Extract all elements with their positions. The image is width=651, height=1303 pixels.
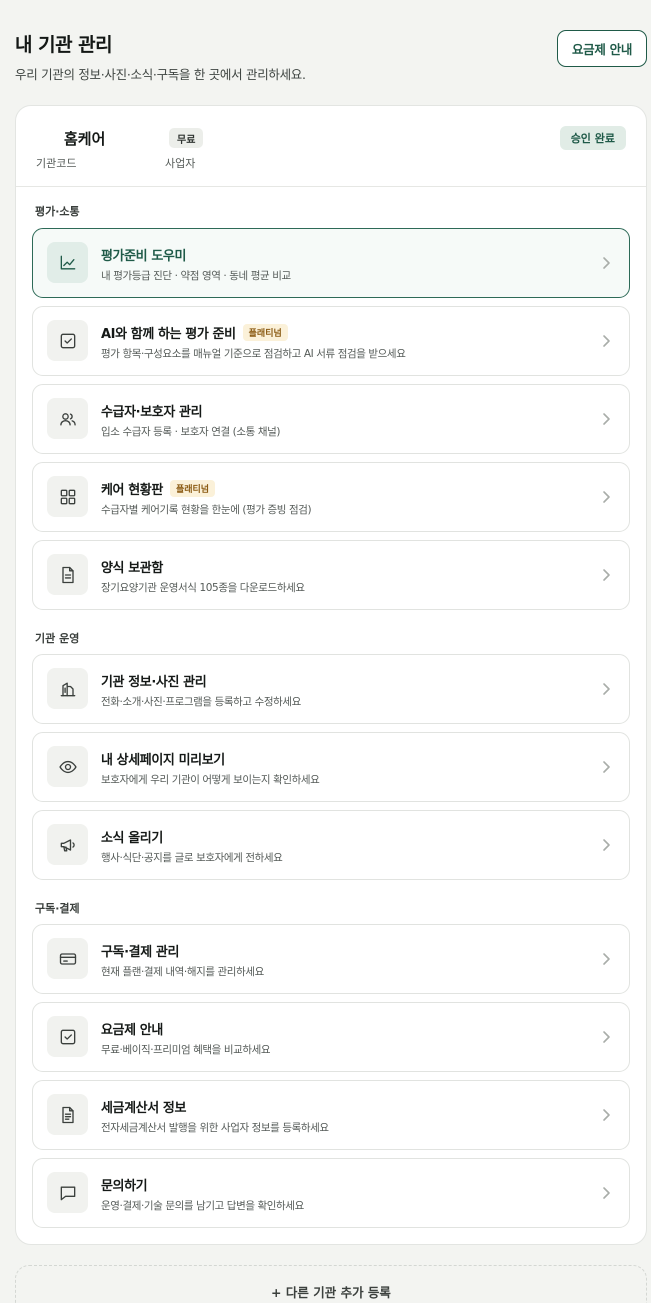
page-header: 내 기관 관리 우리 기관의 정보·사진·소식·구독을 한 곳에서 관리하세요.…: [15, 30, 647, 90]
chevron-right-icon: [599, 951, 613, 967]
menu-item-description: 전자세금계산서 발행을 위한 사업자 정보를 등록하세요: [101, 1122, 329, 1134]
document-icon: [47, 554, 88, 595]
check-square-icon: [47, 1016, 88, 1057]
dashboard-grid-icon: [47, 476, 88, 517]
page-title: 내 기관 관리: [15, 34, 113, 56]
chevron-right-icon: [599, 681, 613, 697]
menu-item-description: 장기요양기관 운영서식 105종을 다운로드하세요: [101, 582, 305, 594]
add-org-button[interactable]: + 다른 기관 추가 등록: [15, 1265, 647, 1303]
menu-item-title: AI와 함께 하는 평가 준비: [101, 327, 236, 342]
credit-card-icon: [47, 938, 88, 979]
menu-item-title-row: 기관 정보·사진 관리: [101, 671, 207, 690]
menu-item-title: 문의하기: [101, 1179, 148, 1194]
org-code-label: 기관코드: [36, 157, 77, 170]
chevron-right-icon: [599, 489, 613, 505]
section-title: 평가·소통: [35, 205, 80, 218]
menu-item[interactable]: 문의하기운영·결제·기술 문의를 남기고 답변을 확인하세요: [32, 1158, 630, 1228]
org-name: 홈케어: [64, 130, 106, 148]
eye-icon: [47, 746, 88, 787]
chevron-right-icon: [599, 837, 613, 853]
menu-item-title-row: 수급자·보호자 관리: [101, 401, 203, 420]
menu-item-title-row: AI와 함께 하는 평가 준비 플래티넘: [101, 323, 288, 342]
menu-item-description: 운영·결제·기술 문의를 남기고 답변을 확인하세요: [101, 1200, 304, 1212]
plan-badge: 무료: [169, 128, 204, 148]
menu-item-title: 내 상세페이지 미리보기: [101, 753, 225, 768]
menu-item-title: 기관 정보·사진 관리: [101, 675, 207, 690]
menu-item-description: 수급자별 케어기록 현황을 한눈에 (평가 증빙 점검): [101, 504, 312, 516]
menu-item[interactable]: 소식 올리기행사·식단·공지를 글로 보호자에게 전하세요: [32, 810, 630, 880]
menu-item-title: 수급자·보호자 관리: [101, 405, 203, 420]
menu-item-title: 요금제 안내: [101, 1023, 163, 1038]
megaphone-icon: [47, 824, 88, 865]
approval-status-badge: 승인 완료: [559, 126, 626, 150]
menu-item-title: 세금계산서 정보: [101, 1101, 187, 1116]
menu-item-description: 행사·식단·공지를 글로 보호자에게 전하세요: [101, 852, 283, 864]
menu-item-description: 무료·베이직·프리미엄 혜택을 비교하세요: [101, 1044, 271, 1056]
menu-item[interactable]: 기관 정보·사진 관리전화·소개·사진·프로그램을 등록하고 수정하세요: [32, 654, 630, 724]
menu-item-title: 평가준비 도우미: [101, 249, 187, 264]
menu-item-description: 전화·소개·사진·프로그램을 등록하고 수정하세요: [101, 696, 301, 708]
building-icon: [47, 668, 88, 709]
chat-bubble-icon: [47, 1172, 88, 1213]
menu-item-title: 구독·결제 관리: [101, 945, 180, 960]
chart-line-icon: [47, 242, 88, 283]
section-title: 기관 운영: [35, 632, 80, 645]
chevron-right-icon: [599, 333, 613, 349]
chevron-right-icon: [599, 1107, 613, 1123]
menu-item[interactable]: 구독·결제 관리현재 플랜·결제 내역·해지를 관리하세요: [32, 924, 630, 994]
menu-item-title-row: 내 상세페이지 미리보기: [101, 749, 225, 768]
org-summary: 홈케어 기관코드 무료 사업자 승인 완료: [16, 106, 646, 187]
menu-item-description: 현재 플랜·결제 내역·해지를 관리하세요: [101, 966, 264, 978]
org-management-card: 홈케어 기관코드 무료 사업자 승인 완료 평가·소통평가준비 도우미내 평가등…: [15, 105, 647, 1245]
plan-guide-button[interactable]: 요금제 안내: [557, 30, 647, 67]
menu-item-title-row: 케어 현황판 플래티넘: [101, 479, 216, 498]
menu-item-title-row: 구독·결제 관리: [101, 941, 179, 960]
menu-item-title-row: 소식 올리기: [101, 827, 163, 846]
menu-item[interactable]: 케어 현황판 플래티넘수급자별 케어기록 현황을 한눈에 (평가 증빙 점검): [32, 462, 630, 532]
page-subtitle: 우리 기관의 정보·사진·소식·구독을 한 곳에서 관리하세요.: [15, 67, 306, 82]
menu-item-description: 내 평가등급 진단 · 약점 영역 · 동네 평균 비교: [101, 270, 291, 282]
menu-item-description: 보호자에게 우리 기관이 어떻게 보이는지 확인하세요: [101, 774, 320, 786]
chevron-right-icon: [599, 1029, 613, 1045]
menu-item-description: 입소 수급자 등록 · 보호자 연결 (소통 채널): [101, 426, 281, 438]
menu-item-title: 양식 보관함: [101, 561, 163, 576]
users-icon: [47, 398, 88, 439]
invoice-icon: [47, 1094, 88, 1135]
menu-item-title-row: 요금제 안내: [101, 1019, 163, 1038]
menu-item[interactable]: 양식 보관함장기요양기관 운영서식 105종을 다운로드하세요: [32, 540, 630, 610]
platinum-badge: 플래티넘: [169, 480, 216, 497]
menu-item-description: 평가 항목·구성요소를 매뉴얼 기준으로 점검하고 AI 서류 점검을 받으세요: [101, 348, 406, 360]
menu-item-title-row: 평가준비 도우미: [101, 245, 186, 264]
chevron-right-icon: [599, 411, 613, 427]
menu-item-title-row: 양식 보관함: [101, 557, 163, 576]
menu-item-title-row: 문의하기: [101, 1175, 148, 1194]
section-title: 구독·결제: [35, 902, 80, 915]
chevron-right-icon: [599, 567, 613, 583]
chevron-right-icon: [599, 1185, 613, 1201]
menu-item[interactable]: 수급자·보호자 관리입소 수급자 등록 · 보호자 연결 (소통 채널): [32, 384, 630, 454]
menu-item[interactable]: AI와 함께 하는 평가 준비 플래티넘평가 항목·구성요소를 매뉴얼 기준으로 …: [32, 306, 630, 376]
chevron-right-icon: [599, 255, 613, 271]
platinum-badge: 플래티넘: [242, 324, 288, 341]
chevron-right-icon: [599, 759, 613, 775]
menu-item-title: 소식 올리기: [101, 831, 163, 846]
menu-item[interactable]: 세금계산서 정보전자세금계산서 발행을 위한 사업자 정보를 등록하세요: [32, 1080, 630, 1150]
check-square-icon: [47, 320, 88, 361]
business-label: 사업자: [165, 157, 196, 170]
menu-item-title-row: 세금계산서 정보: [101, 1097, 186, 1116]
menu-item[interactable]: 평가준비 도우미내 평가등급 진단 · 약점 영역 · 동네 평균 비교: [32, 228, 630, 298]
menu-item[interactable]: 내 상세페이지 미리보기보호자에게 우리 기관이 어떻게 보이는지 확인하세요: [32, 732, 630, 802]
menu-item-title: 케어 현황판: [101, 483, 163, 498]
menu-item[interactable]: 요금제 안내무료·베이직·프리미엄 혜택을 비교하세요: [32, 1002, 630, 1072]
